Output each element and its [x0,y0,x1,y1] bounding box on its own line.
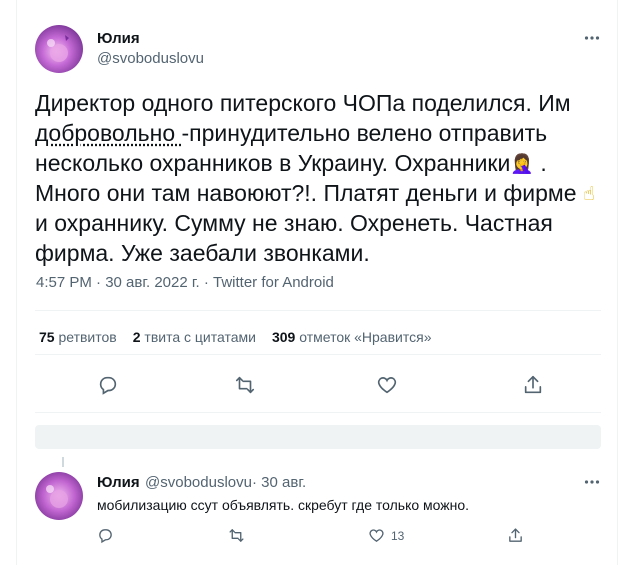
author-handle[interactable]: @svoboduslovu [97,50,204,67]
reply-composer-bar[interactable] [35,425,601,449]
reply-more-icon[interactable] [584,474,600,495]
retweet-icon[interactable] [230,370,260,400]
reply-like-count: 13 [391,528,405,543]
reply-icon[interactable] [93,370,123,400]
quotes-stat[interactable]: 2 твита с цитатами [133,329,256,345]
divider [35,310,601,311]
reply-avatar[interactable] [35,472,83,520]
reply-text: мобилизацию ссут объявлять. скребут где … [97,497,470,513]
likes-label: отметок «Нравится» [299,329,432,345]
likes-stat[interactable]: 309 отметок «Нравится» [272,329,432,345]
likes-count: 309 [271,329,296,345]
like-icon[interactable] [372,370,402,400]
tweet-text-part4: и охраннику. Сумму не знаю. Охренеть. Ча… [35,210,553,266]
tweet-text-underlined: добровольно [35,120,182,146]
divider [35,412,601,413]
reply-share-icon[interactable] [507,527,524,544]
more-icon[interactable] [584,30,600,51]
action-bar [35,370,601,400]
author-name[interactable]: Юлия [97,30,140,47]
pointing-finger-emoji-icon: ☝ [582,184,595,205]
reply-author-name[interactable]: Юлия [97,474,140,491]
reply-like-icon [369,529,384,542]
reply-author-handle[interactable]: @svoboduslovu [145,474,252,491]
retweets-stat[interactable]: 75 ретвитов [39,329,117,345]
facepalm-emoji-icon: 🤦‍♀️ [510,154,535,175]
divider [35,354,601,355]
tweet-text: Директор одного питерского ЧОПа поделилс… [35,88,605,268]
reply-reply-icon[interactable] [97,527,114,544]
retweets-label: ретвитов [58,329,117,345]
tweet-timestamp[interactable]: 4:57 PM · 30 авг. 2022 г. · Twitter for … [36,274,334,291]
reply-like-button[interactable]: 13 [368,527,404,544]
reply-retweet-icon[interactable] [228,527,245,544]
tweet-text-part1: Директор одного питерского ЧОПа поделилс… [35,90,571,116]
retweets-count: 75 [39,329,55,345]
thread-connector [62,457,64,467]
avatar[interactable] [35,25,83,73]
quotes-count: 2 [132,329,141,345]
share-icon[interactable] [518,370,548,400]
reply-action-bar: 13 [97,527,527,547]
tweet-stats: 75 ретвитов 2 твита с цитатами 309 отметок… [39,329,431,345]
quotes-label: твита с цитатами [144,329,256,345]
reply-time[interactable]: · 30 авг. [252,474,306,491]
